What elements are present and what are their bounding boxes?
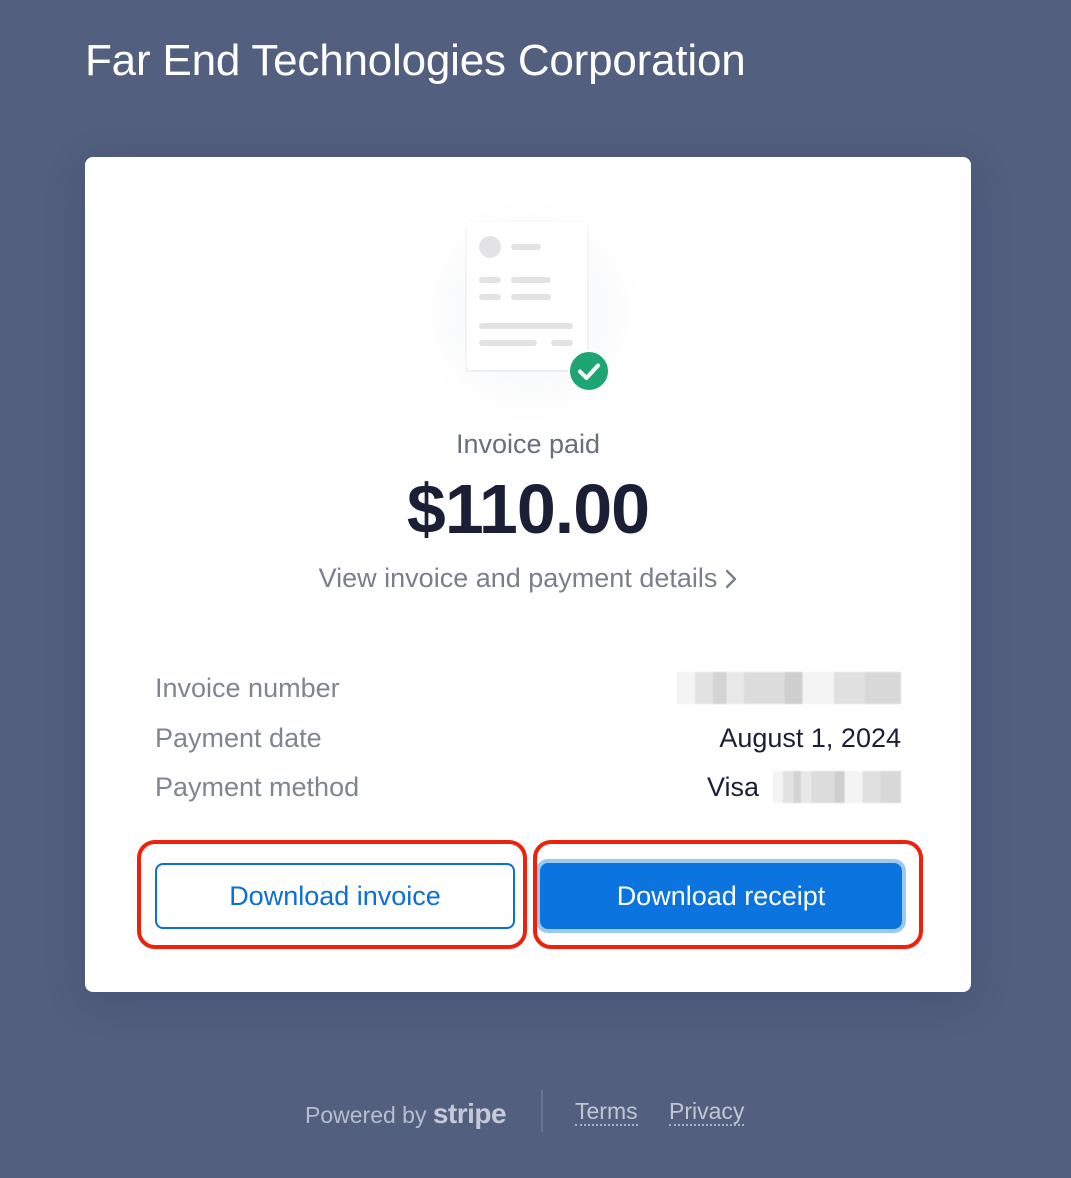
payment-date-value: August 1, 2024	[719, 722, 901, 753]
redacted-card-digits	[773, 771, 901, 803]
payment-method-value: Visa	[706, 771, 759, 802]
invoice-number-label: Invoice number	[155, 672, 340, 703]
invoice-number-row: Invoice number	[155, 670, 901, 706]
download-receipt-button[interactable]: Download receipt	[540, 863, 902, 929]
powered-by-label: Powered by	[305, 1102, 427, 1128]
view-details-label: View invoice and payment details	[318, 563, 718, 593]
view-details-link[interactable]: View invoice and payment details	[85, 563, 971, 594]
invoice-card: Invoice paid $110.00 View invoice and pa…	[85, 157, 971, 992]
chevron-right-icon	[725, 563, 737, 594]
terms-link[interactable]: Terms	[575, 1098, 638, 1126]
check-circle-icon	[568, 350, 610, 392]
stripe-logo: stripe	[432, 1098, 507, 1129]
payment-method-label: Payment method	[155, 771, 360, 802]
invoice-amount: $110.00	[406, 470, 650, 548]
payment-method-row: Payment method Visa	[155, 769, 901, 805]
invoice-status: Invoice paid	[455, 429, 601, 459]
merchant-name: Far End Technologies Corporation	[85, 36, 746, 85]
footer-divider	[541, 1090, 543, 1132]
download-invoice-button[interactable]: Download invoice	[155, 863, 515, 929]
footer: Powered by stripe Terms Privacy	[0, 1090, 1071, 1134]
privacy-link[interactable]: Privacy	[669, 1098, 745, 1126]
powered-by[interactable]: Powered by stripe	[305, 1098, 507, 1130]
redacted-invoice-number	[677, 672, 901, 704]
payment-date-label: Payment date	[155, 722, 322, 753]
payment-method-value-group: Visa	[707, 771, 901, 803]
payment-date-row: Payment date August 1, 2024	[155, 720, 901, 756]
